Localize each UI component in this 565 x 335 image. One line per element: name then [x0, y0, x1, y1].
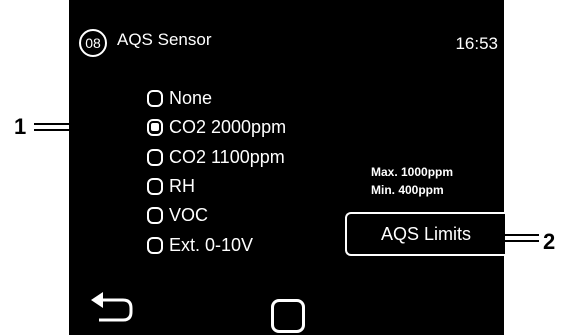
option-label: VOC [169, 205, 209, 225]
callout-1-label: 1 [14, 114, 27, 139]
option-co2-1100[interactable]: CO2 1100ppm [147, 145, 285, 169]
callout-2-leader-top [503, 234, 539, 236]
max-limit-text: Max. 1000ppm [371, 165, 454, 179]
aqs-limits-button[interactable]: AQS Limits [345, 212, 505, 256]
min-limit-text: Min. 400ppm [371, 183, 444, 197]
radio-icon[interactable] [147, 236, 163, 254]
radio-icon[interactable] [147, 148, 163, 166]
back-arrow-icon [91, 292, 133, 322]
device-screen: 08 AQS Sensor 16:53 None CO2 2000ppm CO2… [69, 0, 505, 335]
option-label: CO2 1100ppm [169, 147, 285, 167]
clock-time: 16:53 [455, 34, 498, 53]
option-label: None [169, 88, 213, 108]
callout-2-label: 2 [543, 229, 556, 254]
radio-selected-icon[interactable] [147, 118, 163, 136]
option-label: CO2 2000ppm [169, 117, 287, 137]
radio-icon[interactable] [147, 89, 163, 107]
option-label: RH [169, 176, 195, 196]
page-number-badge: 08 [79, 29, 107, 57]
option-none[interactable]: None [147, 86, 212, 110]
back-button[interactable] [89, 290, 141, 328]
page-title: AQS Sensor [117, 30, 212, 49]
option-ext-0-10v[interactable]: Ext. 0-10V [147, 233, 253, 257]
option-voc[interactable]: VOC [147, 203, 208, 227]
option-co2-2000[interactable]: CO2 2000ppm [147, 115, 286, 139]
home-button[interactable] [271, 299, 305, 333]
radio-icon[interactable] [147, 206, 163, 224]
radio-dot-icon [151, 123, 159, 131]
callout-2-leader-bottom [503, 240, 539, 242]
option-label: Ext. 0-10V [169, 235, 254, 255]
radio-icon[interactable] [147, 177, 163, 195]
option-rh[interactable]: RH [147, 174, 195, 198]
